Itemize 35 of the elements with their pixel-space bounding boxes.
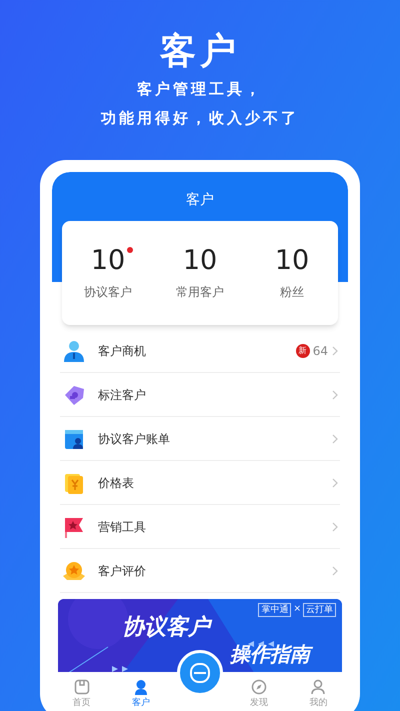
stat-value: 10 <box>90 245 126 276</box>
person-icon <box>310 679 326 695</box>
chevron-icon <box>332 522 338 532</box>
stat-label: 协议客户 <box>84 284 132 301</box>
menu-item[interactable]: 协议客户账单 <box>60 417 340 461</box>
banner-title: 协议客户 <box>122 615 210 641</box>
stat-value: 10 <box>182 245 218 276</box>
menu-item[interactable]: 营销工具 <box>60 505 340 549</box>
tagline: 客户管理工具， <box>137 79 263 100</box>
scan-icon <box>188 662 211 684</box>
chevron-icon <box>332 566 338 576</box>
headline: 客户 <box>160 30 240 74</box>
chevron-icon <box>332 478 338 488</box>
menu-item[interactable]: 客户商机 新 64 <box>60 329 340 373</box>
menu-item[interactable]: 标注客户 <box>60 373 340 417</box>
menu-item[interactable]: 价格表 <box>60 461 340 505</box>
menu-item[interactable]: 客户评价 <box>60 549 340 593</box>
person-icon <box>132 679 149 695</box>
stat-value: 10 <box>274 245 310 276</box>
chevron-icon <box>332 346 338 356</box>
stat-label: 常用客户 <box>176 284 224 301</box>
brand-label: 掌中通 <box>258 603 292 617</box>
chevron-icon <box>332 434 338 444</box>
person-icon <box>62 338 86 362</box>
bag-icon <box>74 679 90 695</box>
count: 64 <box>312 342 328 360</box>
new-badge: 新 <box>296 344 310 358</box>
compass-icon <box>251 679 268 695</box>
times-sign: × <box>293 603 301 616</box>
screen-title: 客户 <box>186 191 214 210</box>
tab[interactable]: 客户 <box>132 679 150 709</box>
chevron-icon <box>332 390 338 400</box>
tagline: 功能用得好，收入少不了 <box>101 108 299 128</box>
stat-label: 粉丝 <box>280 284 304 301</box>
brand-label: 云打单 <box>303 603 336 617</box>
